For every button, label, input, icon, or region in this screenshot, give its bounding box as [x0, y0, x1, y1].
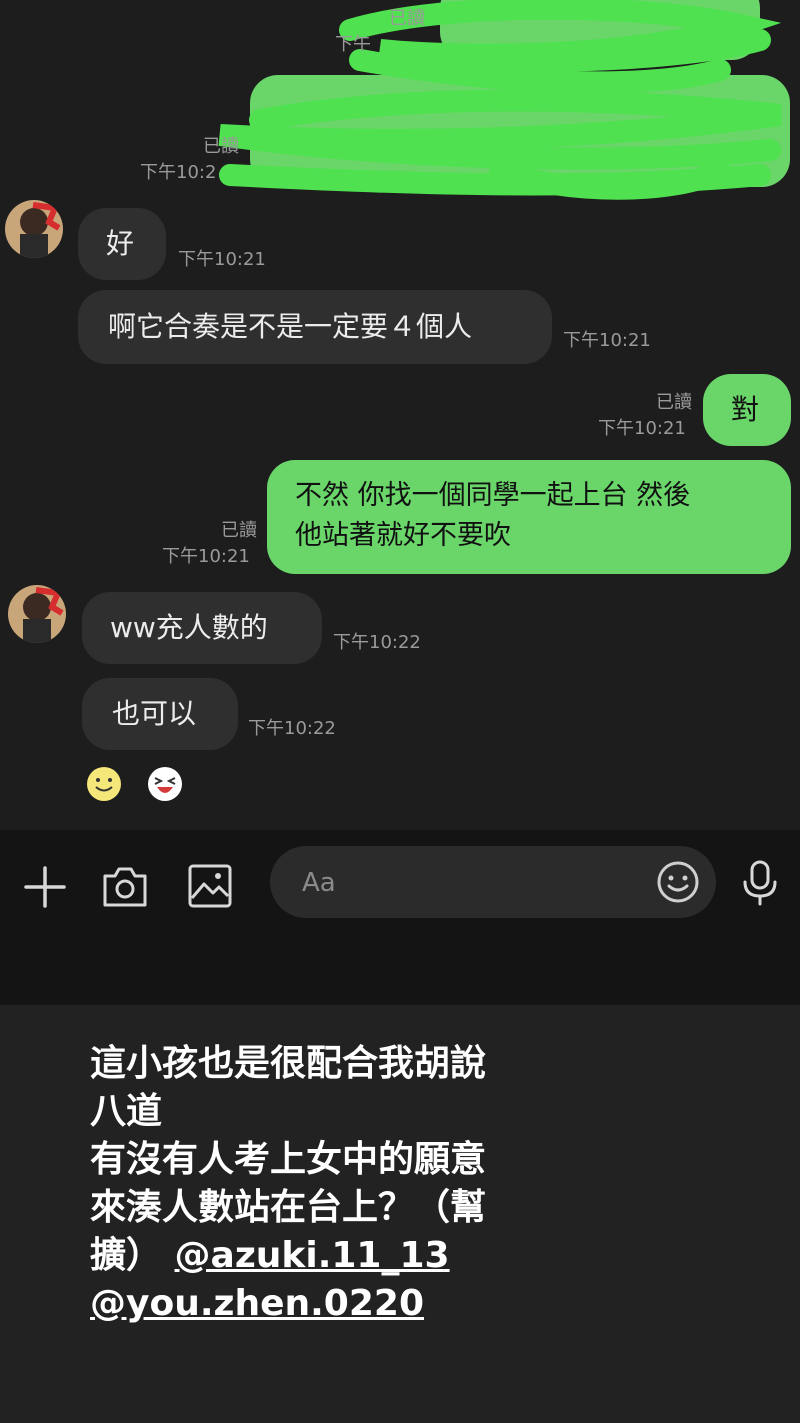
caption-line: 有沒有人考上女中的願意	[90, 1139, 487, 1180]
mention-link[interactable]: @you.zhen.0220	[90, 1283, 424, 1324]
incoming-message[interactable]: 好	[78, 208, 166, 280]
laughing-reaction-icon[interactable]	[147, 766, 183, 802]
message-time: 下午10:22	[333, 632, 421, 653]
message-text: 啊它合奏是不是一定要４個人	[108, 310, 473, 343]
incoming-message[interactable]: ww充人數的	[82, 592, 322, 664]
incoming-message[interactable]: 啊它合奏是不是一定要４個人	[78, 290, 552, 364]
message-text: 也可以	[112, 697, 197, 730]
message-toolbar	[0, 830, 800, 1005]
caption-line: 擴） @azuki.11_13	[90, 1232, 550, 1280]
contact-avatar[interactable]	[8, 585, 66, 643]
message-text: 對	[731, 393, 760, 426]
smiley-reaction-icon[interactable]	[86, 766, 122, 802]
camera-icon[interactable]	[100, 864, 150, 910]
image-icon[interactable]	[186, 862, 234, 910]
caption-line: 這小孩也是很配合我胡說	[90, 1043, 487, 1084]
story-caption: 這小孩也是很配合我胡說 八道 有沒有人考上女中的願意 來湊人數站在台上？（幫 擴…	[90, 1040, 550, 1328]
message-time: 下午10:2	[140, 162, 217, 183]
message-time: 下午10:21	[178, 249, 266, 270]
message-text-line: 不然 你找一個同學一起上台 然後	[295, 480, 691, 511]
mention-link[interactable]: @azuki.11_13	[175, 1235, 450, 1276]
contact-avatar[interactable]	[5, 200, 63, 258]
caption-text: 擴）	[90, 1235, 175, 1276]
chat-area: 已讀 下午 已讀 下午10:2 好 下午10:21 啊它合奏是不是一定要４個人 …	[0, 0, 800, 830]
read-receipt: 已讀	[203, 136, 239, 157]
read-receipt: 已讀	[221, 520, 257, 541]
message-time: 下午10:22	[248, 718, 336, 739]
message-time: 下午10:21	[563, 330, 651, 351]
message-time: 下午	[335, 34, 371, 55]
message-time: 下午10:21	[162, 546, 250, 567]
scribble-redaction	[218, 0, 782, 200]
message-input-field[interactable]	[270, 846, 716, 918]
caption-line: 八道	[90, 1091, 163, 1132]
message-time: 下午10:21	[598, 418, 686, 439]
message-text: 好	[106, 227, 135, 260]
microphone-icon[interactable]	[740, 858, 780, 908]
outgoing-message[interactable]: 不然 你找一個同學一起上台 然後 他站著就好不要吹	[267, 460, 791, 574]
message-text: ww充人數的	[110, 611, 268, 644]
read-receipt: 已讀	[656, 392, 692, 413]
read-receipt: 已讀	[389, 8, 425, 29]
message-input[interactable]	[300, 862, 624, 904]
outgoing-message[interactable]: 對	[703, 374, 791, 446]
caption-line: @you.zhen.0220	[90, 1280, 550, 1328]
caption-line: 來湊人數站在台上？（幫	[90, 1187, 487, 1228]
incoming-message[interactable]: 也可以	[82, 678, 238, 750]
smiley-icon[interactable]	[656, 860, 700, 904]
plus-icon[interactable]	[22, 864, 68, 910]
message-text-line: 他站著就好不要吹	[295, 520, 511, 551]
